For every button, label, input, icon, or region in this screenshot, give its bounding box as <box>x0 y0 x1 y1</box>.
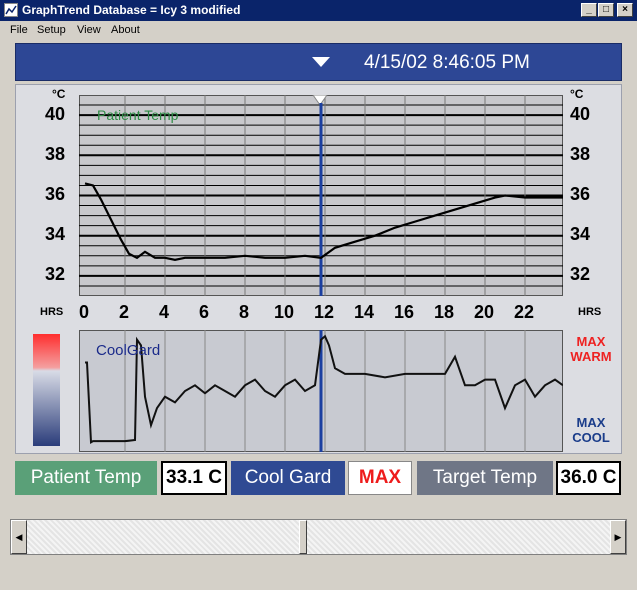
patient-temp-series-label: Patient Temp <box>97 107 179 123</box>
date-header: 4/15/02 8:46:05 PM <box>15 43 622 81</box>
left-tick-34: 34 <box>45 224 66 244</box>
scroll-left-arrow-icon[interactable]: ◀ <box>11 520 27 554</box>
left-tick-32: 32 <box>45 264 66 284</box>
scrollbar-track[interactable] <box>27 520 610 554</box>
x-tick-4: 4 <box>159 302 170 322</box>
cool-gard-status-label: Cool Gard <box>231 461 345 495</box>
x-tick-22: 22 <box>514 302 535 322</box>
x-tick-0: 0 <box>79 302 90 322</box>
left-hrs-label: HRS <box>40 306 64 318</box>
maximize-button[interactable]: □ <box>598 3 614 17</box>
left-tick-36: 36 <box>45 184 66 204</box>
cool-warm-color-bar <box>33 334 60 446</box>
left-tick-40: 40 <box>45 104 66 124</box>
patient-temp-chart[interactable]: Patient Temp <box>79 95 563 296</box>
max-cool-label: MAX COOL <box>563 415 619 445</box>
right-unit-label: °C <box>570 87 584 101</box>
menu-file[interactable]: File <box>10 24 28 36</box>
coolgard-chart[interactable]: CoolGard <box>79 330 563 452</box>
left-tick-38: 38 <box>45 144 66 164</box>
patient-temp-status-label: Patient Temp <box>15 461 157 495</box>
coolgard-series-label: CoolGard <box>96 342 160 359</box>
patient-temp-value: 33.1 C <box>161 461 227 495</box>
target-temp-status-label: Target Temp <box>417 461 553 495</box>
left-unit-label: °C <box>52 87 66 101</box>
right-tick-36: 36 <box>570 184 591 204</box>
menu-about[interactable]: About <box>111 24 140 36</box>
x-tick-14: 14 <box>354 302 375 322</box>
max-warm-label: MAX WARM <box>563 334 619 364</box>
x-tick-20: 20 <box>474 302 495 322</box>
max-warm-line1: MAX <box>576 334 606 349</box>
dropdown-arrow-icon[interactable] <box>312 57 330 67</box>
time-scrollbar[interactable]: ◀ ▶ <box>10 519 627 555</box>
scroll-right-arrow-icon[interactable]: ▶ <box>610 520 626 554</box>
x-tick-6: 6 <box>199 302 210 322</box>
date-time-display: 4/15/02 8:46:05 PM <box>364 52 530 73</box>
target-temp-value: 36.0 C <box>556 461 621 495</box>
window-title: GraphTrend Database = Icy 3 modified <box>22 3 241 17</box>
scrollbar-thumb[interactable] <box>299 520 307 554</box>
menu-bar: File Setup View About <box>0 21 637 40</box>
x-tick-18: 18 <box>434 302 455 322</box>
max-cool-line2: COOL <box>572 430 610 445</box>
close-button[interactable]: × <box>617 3 633 17</box>
right-tick-38: 38 <box>570 144 591 164</box>
menu-view[interactable]: View <box>77 24 101 36</box>
right-tick-32: 32 <box>570 264 591 284</box>
right-hrs-label: HRS <box>578 306 602 318</box>
title-bar: GraphTrend Database = Icy 3 modified _ □… <box>0 0 637 21</box>
x-tick-8: 8 <box>239 302 250 322</box>
x-tick-12: 12 <box>314 302 335 322</box>
minimize-button[interactable]: _ <box>581 3 597 17</box>
right-tick-40: 40 <box>570 104 591 124</box>
right-tick-34: 34 <box>570 224 591 244</box>
max-cool-line1: MAX <box>576 415 606 430</box>
cool-gard-value: MAX <box>348 461 412 495</box>
menu-setup[interactable]: Setup <box>37 24 66 36</box>
x-tick-10: 10 <box>274 302 295 322</box>
x-tick-2: 2 <box>119 302 130 322</box>
x-tick-16: 16 <box>394 302 415 322</box>
app-graph-icon <box>4 3 18 17</box>
max-warm-line2: WARM <box>570 349 612 364</box>
